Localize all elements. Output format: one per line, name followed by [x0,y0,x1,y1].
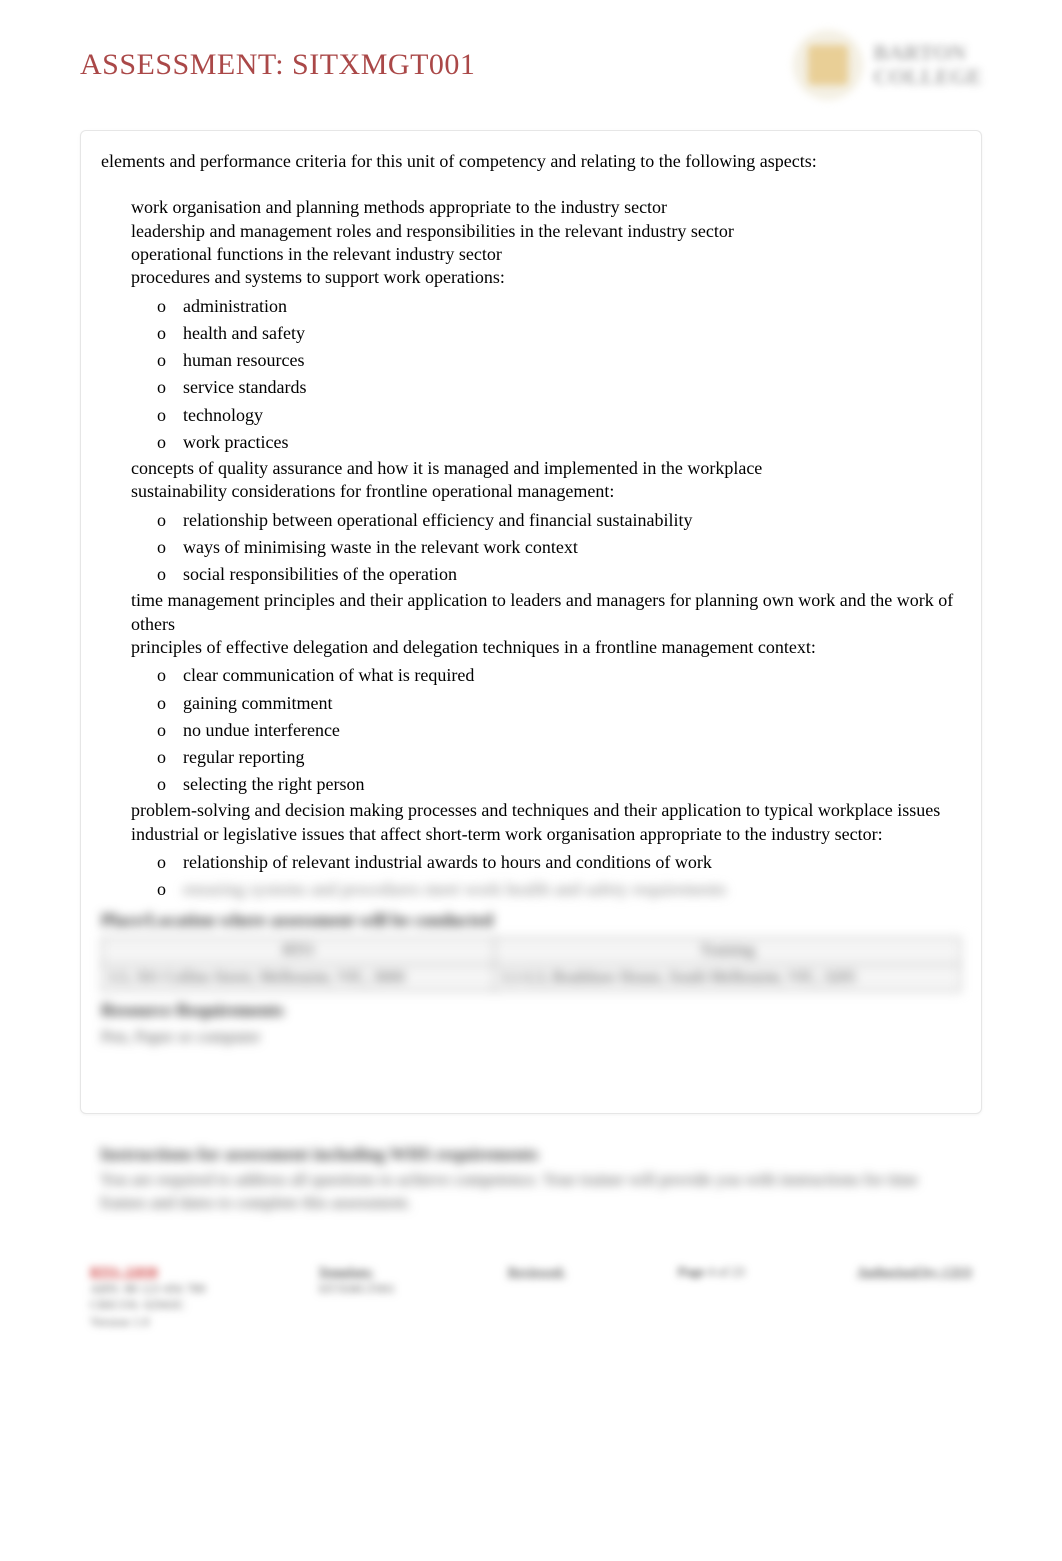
sub-item: work practices [131,430,961,455]
instructions-heading: Instructions for assessment including WH… [100,1144,962,1165]
page-title: ASSESSMENT: SITXMGT001 [80,48,475,82]
sub-item: health and safety [131,321,961,346]
sub-list: administration health and safety human r… [131,290,961,455]
list-item: leadership and management roles and resp… [101,220,961,243]
intro-text: elements and performance criteria for th… [101,149,961,174]
sub-item: selecting the right person [131,772,961,797]
list-item: industrial or legislative issues that af… [101,823,961,903]
list-item: work organisation and planning methods a… [101,196,961,219]
sub-list: relationship of relevant industrial awar… [131,846,961,902]
sub-item: social responsibilities of the operation [131,562,961,587]
footer-col-reviewed: Reviewed: [508,1264,566,1281]
instructions-section-blurred: Instructions for assessment including WH… [80,1134,982,1223]
list-item: principles of effective delegation and d… [101,636,961,797]
list-item: concepts of quality assurance and how it… [101,457,961,480]
sub-item: ways of minimising waste in the relevant… [131,535,961,560]
sub-item: regular reporting [131,745,961,770]
resource-body: Pen, Paper or computer [101,1027,961,1047]
list-item: problem-solving and decision making proc… [101,799,961,822]
sub-item: no undue interference [131,718,961,743]
table-cell: L1-L3, Bradshaw House, South Melbourne, … [495,965,961,992]
logo-text: BARTON COLLEGE [873,41,982,89]
sub-item-blurred: ensuring systems and procedures meet wor… [131,877,961,902]
table-header: RTO [102,938,495,965]
sub-item: relationship of relevant industrial awar… [131,850,961,875]
list-item: procedures and systems to support work o… [101,266,961,455]
sub-list: clear communication of what is required … [131,659,961,797]
footer-col-auth: Authorised by: CEO [857,1264,972,1281]
sub-item: gaining commitment [131,691,961,716]
sub-item: administration [131,294,961,319]
instructions-body: You are required to address all question… [100,1169,962,1213]
sub-item: relationship between operational efficie… [131,508,961,533]
resource-heading: Resource Requirements [101,1000,961,1021]
footer-col-template: Template: SITXMGT001 [318,1264,395,1298]
footer-col-page: Page 4 of 23 [678,1264,745,1281]
logo-icon [793,30,863,100]
page-header: ASSESSMENT: SITXMGT001 BARTON COLLEGE [80,30,982,100]
list-item: operational functions in the relevant in… [101,243,961,266]
location-heading: Place/Location where assessment will be … [101,910,961,931]
competency-list: work organisation and planning methods a… [101,196,961,902]
content-panel: elements and performance criteria for th… [80,130,982,1114]
sub-item: clear communication of what is required [131,663,961,688]
location-section-blurred: Place/Location where assessment will be … [101,910,961,1093]
sub-item: service standards [131,375,961,400]
list-item: time management principles and their app… [101,589,961,636]
sub-item: human resources [131,348,961,373]
table-cell: L5, 501 Collins Street, Melbourne, VIC, … [102,965,495,992]
footer-col-rto: RTO: 22030 ABN: 88 123 456 789 CRICOS: 0… [90,1264,206,1332]
brand-logo: BARTON COLLEGE [793,30,982,100]
location-table: RTO Training L5, 501 Collins Street, Mel… [101,937,961,992]
sub-item: technology [131,403,961,428]
sub-list: relationship between operational efficie… [131,504,961,588]
page-footer: RTO: 22030 ABN: 88 123 456 789 CRICOS: 0… [80,1264,982,1332]
list-item: sustainability considerations for frontl… [101,480,961,587]
table-header: Training [495,938,961,965]
